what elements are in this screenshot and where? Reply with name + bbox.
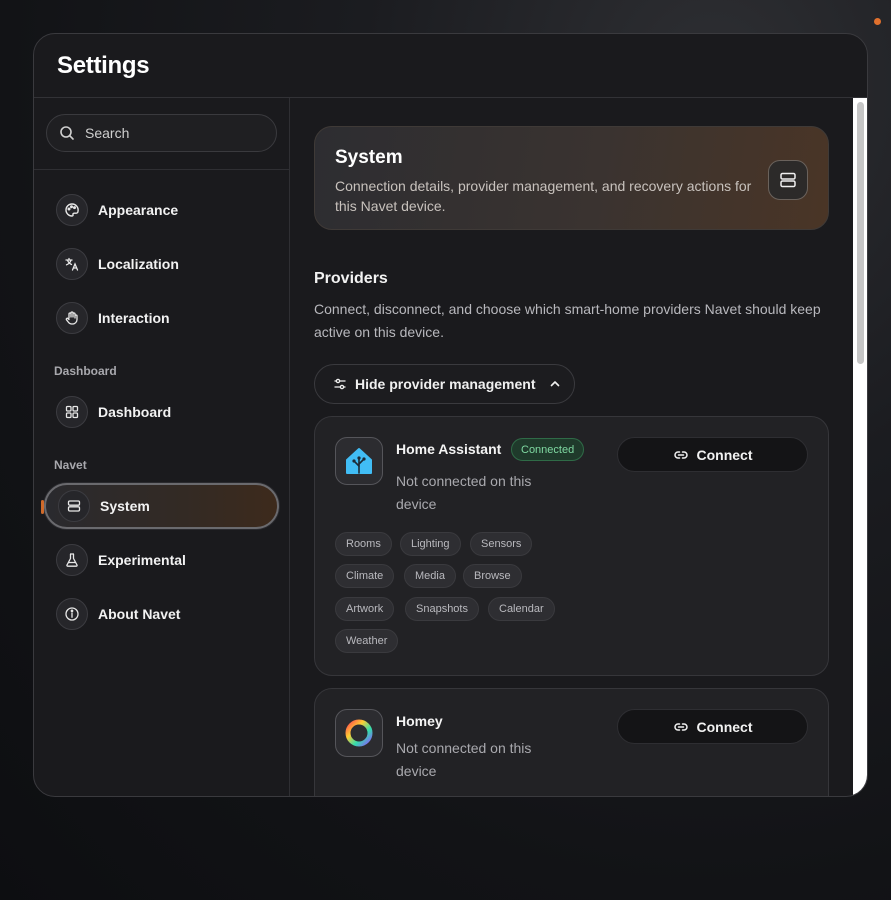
provider-status: Not connected on this device bbox=[396, 740, 532, 779]
provider-name: Homey bbox=[396, 713, 443, 729]
settings-window: Settings Appearance Localization bbox=[33, 33, 868, 797]
main-content: System Connection details, provider mana… bbox=[290, 98, 867, 796]
window-body: Appearance Localization Interaction Dash… bbox=[34, 98, 867, 796]
grid-icon bbox=[56, 396, 88, 428]
status-badge: Connected bbox=[511, 438, 585, 461]
notification-dot bbox=[874, 18, 881, 25]
provider-name: Home Assistant bbox=[396, 441, 502, 457]
connect-label: Connect bbox=[696, 446, 753, 463]
chip-sensors: Sensors bbox=[470, 532, 533, 556]
providers-description: Connect, disconnect, and choose which sm… bbox=[314, 301, 821, 340]
sidebar-item-label: Interaction bbox=[98, 310, 170, 326]
sidebar-item-label: About Navet bbox=[98, 606, 181, 622]
homey-logo-icon bbox=[335, 709, 383, 757]
connect-button[interactable]: Connect bbox=[617, 437, 808, 472]
chip-weather: Weather bbox=[335, 629, 399, 653]
search-icon bbox=[60, 126, 74, 140]
sidebar-item-label: Experimental bbox=[98, 552, 186, 568]
search-input[interactable] bbox=[85, 125, 255, 141]
providers-title: Providers bbox=[314, 270, 388, 287]
scrollbar[interactable] bbox=[853, 98, 867, 796]
chip-calendar: Calendar bbox=[488, 597, 555, 621]
sidebar-item-label: Appearance bbox=[98, 202, 179, 218]
info-icon bbox=[56, 598, 88, 630]
sidebar-item-label: Localization bbox=[98, 256, 179, 272]
sidebar-item-label: System bbox=[100, 498, 150, 514]
sidebar-item-about[interactable]: About Navet bbox=[44, 591, 279, 637]
link-icon bbox=[673, 722, 688, 731]
chip-climate: Climate bbox=[335, 564, 395, 588]
title-bar: Settings bbox=[34, 34, 867, 98]
hide-provider-management-button[interactable]: Hide provider management bbox=[314, 364, 575, 404]
chip-media: Media bbox=[404, 564, 456, 588]
sidebar-item-system[interactable]: System bbox=[41, 483, 279, 529]
search-box[interactable] bbox=[46, 114, 277, 152]
server-icon bbox=[768, 160, 808, 200]
page-description: Connection details, provider management,… bbox=[335, 178, 752, 214]
link-icon bbox=[673, 450, 688, 459]
scrollbar-thumb[interactable] bbox=[857, 102, 864, 364]
sidebar-item-localization[interactable]: Localization bbox=[44, 241, 279, 287]
sidebar: Appearance Localization Interaction Dash… bbox=[34, 98, 290, 796]
connect-button[interactable]: Connect bbox=[617, 709, 808, 744]
section-label-dashboard: Dashboard bbox=[54, 364, 117, 378]
provider-card-homey: Homey Not connected on this device Conne… bbox=[314, 688, 829, 796]
palette-icon bbox=[56, 194, 88, 226]
page-title: System bbox=[335, 147, 403, 168]
sidebar-item-experimental[interactable]: Experimental bbox=[44, 537, 279, 583]
sidebar-item-dashboard[interactable]: Dashboard bbox=[44, 389, 279, 435]
provider-status: Not connected on this device bbox=[396, 473, 532, 512]
window-title: Settings bbox=[57, 51, 150, 79]
chip-browse: Browse bbox=[463, 564, 522, 588]
connect-label: Connect bbox=[696, 718, 753, 735]
server-icon bbox=[58, 490, 90, 522]
chip-rooms: Rooms bbox=[335, 532, 392, 556]
home-assistant-logo-icon bbox=[335, 437, 383, 485]
hand-icon bbox=[56, 302, 88, 334]
chip-lighting: Lighting bbox=[400, 532, 461, 556]
sidebar-item-interaction[interactable]: Interaction bbox=[44, 295, 279, 341]
sidebar-divider bbox=[34, 169, 289, 170]
chevron-up-icon bbox=[550, 381, 559, 387]
flask-icon bbox=[56, 544, 88, 576]
section-label-navet: Navet bbox=[54, 458, 87, 472]
sidebar-item-appearance[interactable]: Appearance bbox=[44, 187, 279, 233]
chip-artwork: Artwork bbox=[335, 597, 395, 621]
toggle-label: Hide provider management bbox=[355, 376, 536, 392]
chip-snapshots: Snapshots bbox=[405, 597, 479, 621]
sidebar-item-label: Dashboard bbox=[98, 404, 172, 420]
translate-icon bbox=[56, 248, 88, 280]
sliders-icon bbox=[334, 378, 346, 390]
system-hero-card: System Connection details, provider mana… bbox=[314, 126, 829, 230]
provider-card-home-assistant: Home Assistant Connected Not connected o… bbox=[314, 416, 829, 676]
